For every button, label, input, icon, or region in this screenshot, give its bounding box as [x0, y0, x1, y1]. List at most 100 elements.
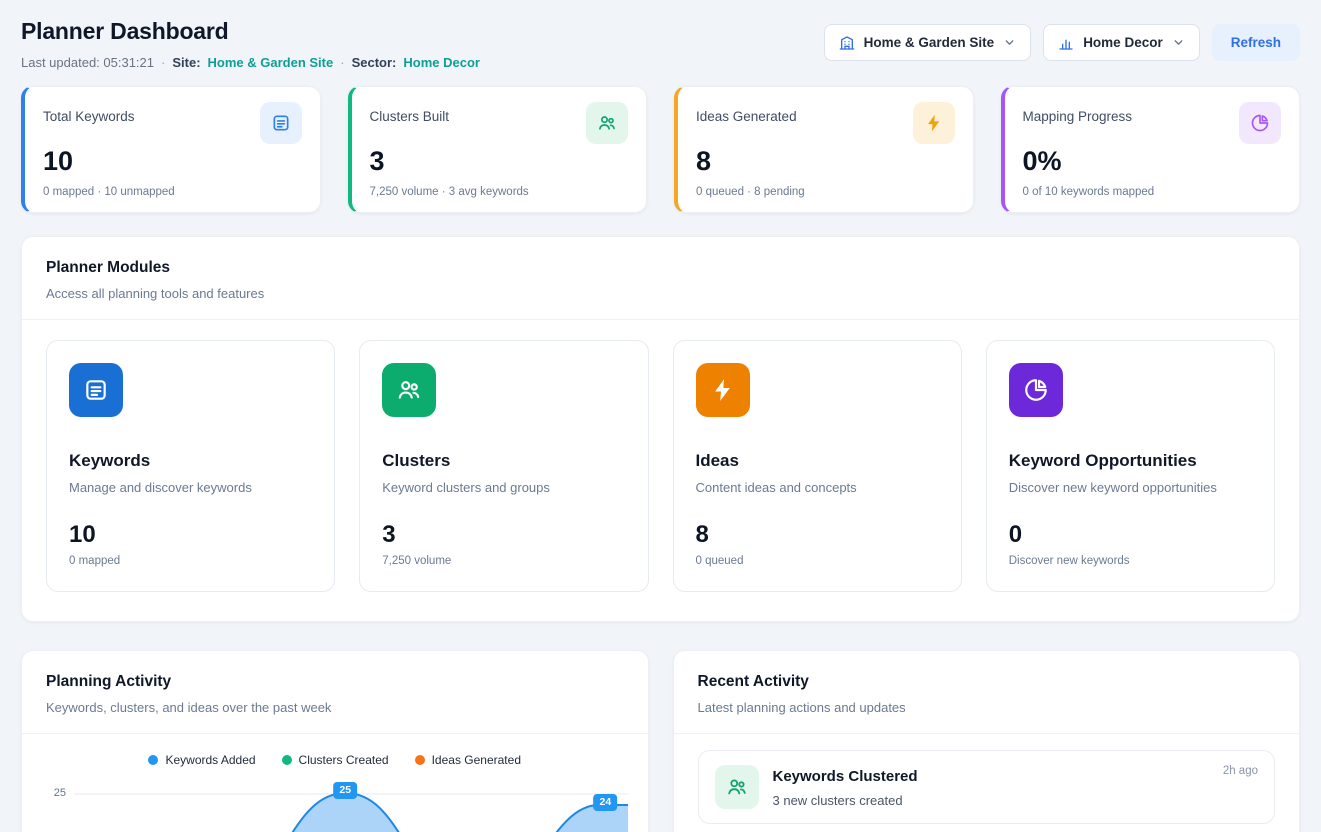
- sector-label: Sector:: [352, 55, 397, 70]
- stats-row: Total Keywords 10 0 mapped · 10 unmapped…: [21, 86, 1300, 213]
- stat-label: Ideas Generated: [696, 109, 797, 124]
- sector-link[interactable]: Home Decor: [403, 55, 480, 70]
- stat-detail: 0 of 10 keywords mapped: [1023, 186, 1282, 198]
- site-link[interactable]: Home & Garden Site: [208, 55, 334, 70]
- module-value: 0: [1009, 521, 1252, 549]
- legend-item-keywords-added[interactable]: Keywords Added: [148, 753, 255, 767]
- bottom-row: Planning Activity Keywords, clusters, an…: [21, 650, 1300, 832]
- recent-activity-title: Recent Activity: [698, 673, 1276, 691]
- separator-dot: ·: [161, 55, 165, 70]
- chart-legend: Keywords Added Clusters Created Ideas Ge…: [22, 734, 648, 767]
- module-tile-keyword-opportunities[interactable]: Keyword Opportunities Discover new keywo…: [986, 340, 1275, 592]
- bar-chart-icon: [1058, 35, 1074, 51]
- last-updated-text: Last updated: 05:31:21: [21, 55, 154, 70]
- users-icon: [586, 102, 628, 144]
- stat-value: 8: [696, 146, 955, 177]
- pie-chart-icon: [1009, 363, 1063, 417]
- pie-chart-icon: [1239, 102, 1281, 144]
- recent-activity-subtitle: Latest planning actions and updates: [698, 700, 1276, 715]
- module-value: 10: [69, 521, 312, 549]
- document-icon: [69, 363, 123, 417]
- users-icon: [715, 765, 759, 809]
- module-title: Clusters: [382, 451, 625, 471]
- module-detail: 7,250 volume: [382, 555, 625, 567]
- module-title: Keyword Opportunities: [1009, 451, 1252, 471]
- planning-activity-subtitle: Keywords, clusters, and ideas over the p…: [46, 700, 624, 715]
- page-title: Planner Dashboard: [21, 18, 480, 45]
- topbar-left: Planner Dashboard Last updated: 05:31:21…: [21, 18, 480, 70]
- module-value: 3: [382, 521, 625, 549]
- planning-activity-title: Planning Activity: [46, 673, 624, 691]
- legend-dot-blue: [148, 755, 158, 765]
- legend-dot-orange: [415, 755, 425, 765]
- stat-value: 0%: [1023, 146, 1282, 177]
- y-axis-tick-25: 25: [38, 775, 66, 799]
- data-point-label: 24: [594, 794, 618, 811]
- lightning-icon: [696, 363, 750, 417]
- module-description: Manage and discover keywords: [69, 480, 312, 495]
- sector-selector-dropdown[interactable]: Home Decor: [1043, 24, 1200, 61]
- module-description: Discover new keyword opportunities: [1009, 480, 1252, 495]
- site-selector-dropdown[interactable]: Home & Garden Site: [824, 24, 1032, 61]
- chevron-down-icon: [1003, 36, 1016, 49]
- module-description: Content ideas and concepts: [696, 480, 939, 495]
- stat-card-clusters-built: Clusters Built 3 7,250 volume · 3 avg ke…: [348, 86, 648, 213]
- module-value: 8: [696, 521, 939, 549]
- planner-modules-header: Planner Modules Access all planning tool…: [22, 237, 1299, 320]
- recent-activity-panel: Recent Activity Latest planning actions …: [673, 650, 1301, 832]
- chevron-down-icon: [1172, 36, 1185, 49]
- stat-label: Total Keywords: [43, 109, 135, 124]
- stat-card-mapping-progress: Mapping Progress 0% 0 of 10 keywords map…: [1001, 86, 1301, 213]
- module-title: Keywords: [69, 451, 312, 471]
- separator-dot: ·: [340, 55, 344, 70]
- stat-card-total-keywords: Total Keywords 10 0 mapped · 10 unmapped: [21, 86, 321, 213]
- activity-description: 3 new clusters created: [773, 793, 1259, 808]
- stat-card-ideas-generated: Ideas Generated 8 0 queued · 8 pending: [674, 86, 974, 213]
- planner-dashboard-page: Planner Dashboard Last updated: 05:31:21…: [0, 0, 1321, 832]
- module-detail: 0 mapped: [69, 555, 312, 567]
- legend-label: Keywords Added: [165, 753, 255, 767]
- lightning-icon: [913, 102, 955, 144]
- planning-activity-header: Planning Activity Keywords, clusters, an…: [22, 651, 648, 734]
- document-icon: [260, 102, 302, 144]
- stat-value: 10: [43, 146, 302, 177]
- legend-dot-green: [282, 755, 292, 765]
- stat-detail: 0 mapped · 10 unmapped: [43, 186, 302, 198]
- module-tile-clusters[interactable]: Clusters Keyword clusters and groups 3 7…: [359, 340, 648, 592]
- page-subline: Last updated: 05:31:21 · Site: Home & Ga…: [21, 55, 480, 70]
- module-tile-ideas[interactable]: Ideas Content ideas and concepts 8 0 que…: [673, 340, 962, 592]
- modules-grid: Keywords Manage and discover keywords 10…: [22, 320, 1299, 621]
- module-detail: Discover new keywords: [1009, 555, 1252, 567]
- recent-activity-header: Recent Activity Latest planning actions …: [674, 651, 1300, 734]
- stat-value: 3: [370, 146, 629, 177]
- legend-label: Clusters Created: [299, 753, 389, 767]
- planner-modules-subtitle: Access all planning tools and features: [46, 286, 1275, 301]
- area-chart: 25 24: [74, 775, 628, 832]
- planning-activity-chart: 25 25 24: [22, 767, 648, 832]
- module-tile-keywords[interactable]: Keywords Manage and discover keywords 10…: [46, 340, 335, 592]
- topbar: Planner Dashboard Last updated: 05:31:21…: [21, 18, 1300, 70]
- stat-detail: 0 queued · 8 pending: [696, 186, 955, 198]
- sector-selector-value: Home Decor: [1083, 35, 1163, 50]
- legend-item-ideas-generated[interactable]: Ideas Generated: [415, 753, 521, 767]
- module-title: Ideas: [696, 451, 939, 471]
- planner-modules-title: Planner Modules: [46, 259, 1275, 277]
- stat-label: Clusters Built: [370, 109, 450, 124]
- building-icon: [839, 35, 855, 51]
- stat-label: Mapping Progress: [1023, 109, 1133, 124]
- site-selector-value: Home & Garden Site: [864, 35, 995, 50]
- site-label: Site:: [172, 55, 200, 70]
- refresh-button[interactable]: Refresh: [1212, 24, 1300, 61]
- planner-modules-panel: Planner Modules Access all planning tool…: [21, 236, 1300, 622]
- activity-body: Keywords Clustered 2h ago 3 new clusters…: [773, 765, 1259, 808]
- topbar-controls: Home & Garden Site Home Decor Refresh: [824, 24, 1300, 61]
- activity-title: Keywords Clustered: [773, 765, 918, 785]
- stat-detail: 7,250 volume · 3 avg keywords: [370, 186, 629, 198]
- activity-item-keywords-clustered: Keywords Clustered 2h ago 3 new clusters…: [698, 750, 1276, 824]
- legend-label: Ideas Generated: [432, 753, 521, 767]
- module-description: Keyword clusters and groups: [382, 480, 625, 495]
- legend-item-clusters-created[interactable]: Clusters Created: [282, 753, 389, 767]
- module-detail: 0 queued: [696, 555, 939, 567]
- activity-timestamp: 2h ago: [1223, 765, 1258, 777]
- users-icon: [382, 363, 436, 417]
